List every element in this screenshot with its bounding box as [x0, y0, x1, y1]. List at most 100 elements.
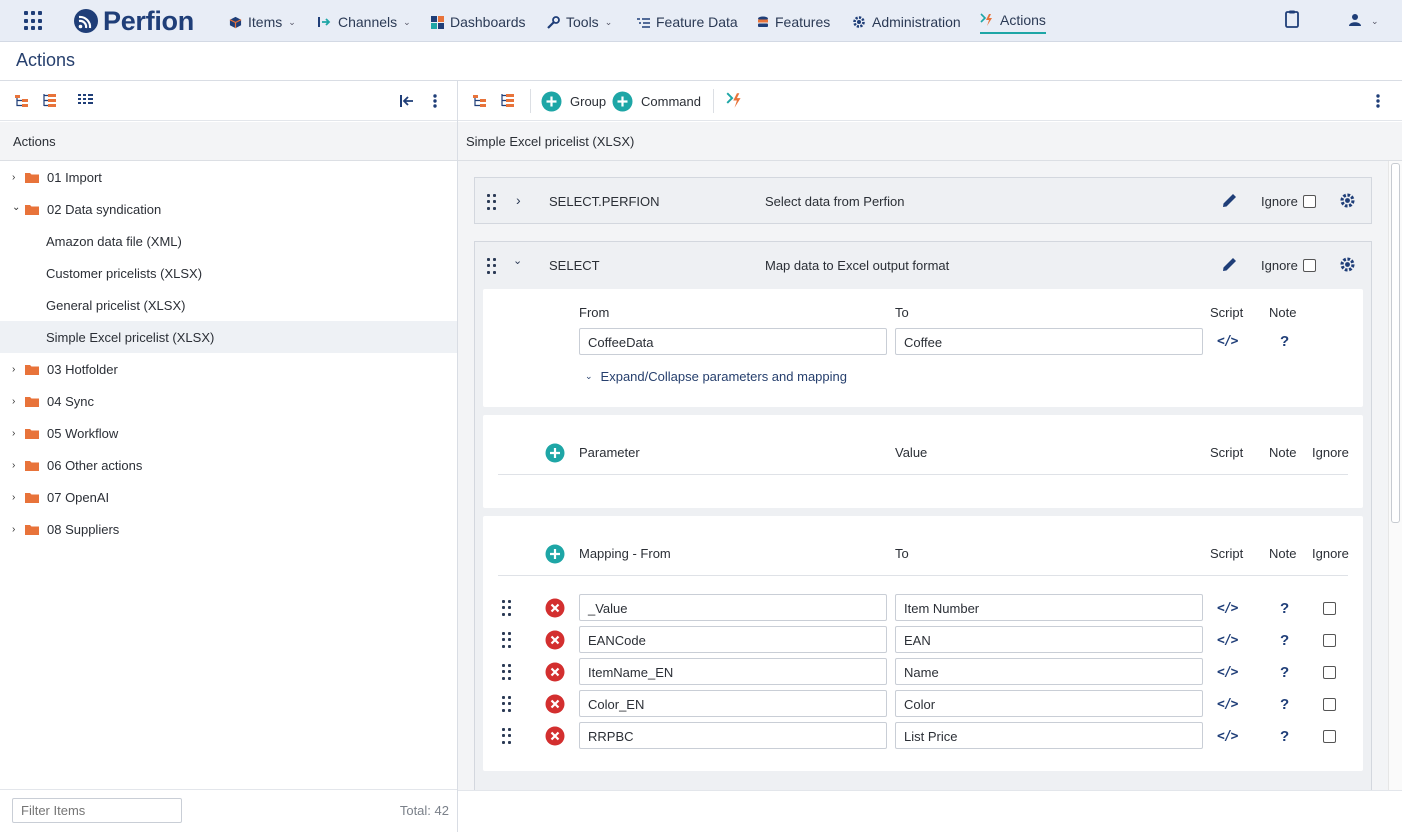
- run-action-icon[interactable]: [726, 92, 742, 108]
- note-help-icon[interactable]: ?: [1280, 600, 1289, 617]
- tree-item-customer-pricelists[interactable]: Customer pricelists (XLSX): [0, 257, 457, 289]
- add-command-button[interactable]: Command: [612, 91, 701, 112]
- collapse-tree-icon[interactable]: [42, 93, 58, 109]
- mapping-from-input[interactable]: Color_EN: [579, 690, 887, 717]
- vertical-scrollbar[interactable]: [1388, 161, 1402, 790]
- tree-folder-01-import[interactable]: › 01 Import: [0, 161, 457, 193]
- drag-handle-icon[interactable]: [487, 194, 497, 210]
- tree-folder-02-data-syndication[interactable]: ⌄ 02 Data syndication: [0, 193, 457, 225]
- tree-folder-07-openai[interactable]: › 07 OpenAI: [0, 481, 457, 513]
- chevron-right-icon[interactable]: ›: [516, 192, 521, 208]
- ignore-checkbox[interactable]: [1302, 259, 1316, 272]
- add-mapping-icon[interactable]: [545, 544, 565, 564]
- tree-folder-03-hotfolder[interactable]: › 03 Hotfolder: [0, 353, 457, 385]
- note-help-icon[interactable]: ?: [1280, 696, 1289, 713]
- script-code-icon[interactable]: </>: [1217, 633, 1239, 648]
- mapping-to-input[interactable]: Color: [895, 690, 1203, 717]
- note-help-icon[interactable]: ?: [1280, 728, 1289, 745]
- tree-folder-08-suppliers[interactable]: › 08 Suppliers: [0, 513, 457, 545]
- ignore-checkbox[interactable]: [1323, 666, 1336, 679]
- ignore-checkbox[interactable]: [1323, 602, 1336, 615]
- mapping-from-input[interactable]: RRPBC: [579, 722, 887, 749]
- chevron-right-icon[interactable]: ›: [12, 492, 22, 503]
- gear-icon[interactable]: [1339, 256, 1356, 273]
- tree-item-general-pricelist[interactable]: General pricelist (XLSX): [0, 289, 457, 321]
- note-help-icon[interactable]: ?: [1280, 333, 1289, 350]
- drag-handle-icon[interactable]: [502, 728, 512, 744]
- collapse-panel-icon[interactable]: [399, 93, 415, 109]
- app-launcher-icon[interactable]: [24, 11, 44, 31]
- tree-folder-04-sync[interactable]: › 04 Sync: [0, 385, 457, 417]
- edit-pencil-icon[interactable]: [1220, 191, 1239, 210]
- ignore-checkbox[interactable]: [1302, 195, 1316, 208]
- nav-features[interactable]: Features: [757, 12, 830, 32]
- expand-collapse-toggle[interactable]: ⌄ Expand/Collapse parameters and mapping: [585, 369, 847, 384]
- script-code-icon[interactable]: </>: [1217, 334, 1239, 349]
- nav-channels[interactable]: Channels ⌄: [318, 12, 411, 32]
- ignore-toggle[interactable]: Ignore: [1261, 194, 1316, 209]
- nav-administration[interactable]: Administration: [852, 12, 961, 32]
- mapping-to-input[interactable]: List Price: [895, 722, 1203, 749]
- mapping-to-input[interactable]: EAN: [895, 626, 1203, 653]
- note-help-icon[interactable]: ?: [1280, 664, 1289, 681]
- ignore-toggle[interactable]: Ignore: [1261, 258, 1316, 273]
- script-code-icon[interactable]: </>: [1217, 665, 1239, 680]
- ignore-checkbox[interactable]: [1323, 634, 1336, 647]
- note-help-icon[interactable]: ?: [1280, 632, 1289, 649]
- nav-actions[interactable]: Actions: [980, 10, 1046, 34]
- more-vertical-icon[interactable]: [1370, 93, 1386, 109]
- mapping-from-input[interactable]: EANCode: [579, 626, 887, 653]
- perfion-logo[interactable]: Perfion: [73, 6, 194, 36]
- chevron-right-icon[interactable]: ›: [12, 524, 22, 535]
- tree-folder-06-other-actions[interactable]: › 06 Other actions: [0, 449, 457, 481]
- drag-handle-icon[interactable]: [487, 258, 497, 274]
- scrollbar-thumb[interactable]: [1391, 163, 1400, 523]
- from-input[interactable]: CoffeeData: [579, 328, 887, 355]
- mapping-from-input[interactable]: _Value: [579, 594, 887, 621]
- edit-pencil-icon[interactable]: [1220, 255, 1239, 274]
- remove-mapping-icon[interactable]: [545, 598, 565, 618]
- drag-handle-icon[interactable]: [502, 600, 512, 616]
- expand-tree-icon[interactable]: [14, 93, 30, 109]
- remove-mapping-icon[interactable]: [545, 630, 565, 650]
- remove-mapping-icon[interactable]: [545, 694, 565, 714]
- add-parameter-icon[interactable]: [545, 443, 565, 463]
- drag-handle-icon[interactable]: [502, 696, 512, 712]
- mapping-from-input[interactable]: ItemName_EN: [579, 658, 887, 685]
- chevron-right-icon[interactable]: ›: [12, 460, 22, 471]
- user-menu[interactable]: ⌄: [1348, 13, 1379, 29]
- to-input[interactable]: Coffee: [895, 328, 1203, 355]
- mapping-to-input[interactable]: Name: [895, 658, 1203, 685]
- script-code-icon[interactable]: </>: [1217, 697, 1239, 712]
- add-group-button[interactable]: Group: [541, 91, 606, 112]
- remove-mapping-icon[interactable]: [545, 726, 565, 746]
- tree-item-amazon-data-file[interactable]: Amazon data file (XML): [0, 225, 457, 257]
- grid-view-icon[interactable]: [78, 93, 94, 109]
- drag-handle-icon[interactable]: [502, 632, 512, 648]
- nav-feature-data[interactable]: Feature Data: [637, 12, 738, 32]
- script-code-icon[interactable]: </>: [1217, 601, 1239, 616]
- script-code-icon[interactable]: </>: [1217, 729, 1239, 744]
- collapse-all-icon[interactable]: [500, 93, 516, 109]
- nav-items[interactable]: Items ⌄: [229, 12, 296, 32]
- tree-item-simple-excel-pricelist[interactable]: Simple Excel pricelist (XLSX): [0, 321, 457, 353]
- gear-icon[interactable]: [1339, 192, 1356, 209]
- more-vertical-icon[interactable]: [427, 93, 443, 109]
- nav-tools[interactable]: Tools ⌄: [547, 12, 612, 32]
- chevron-down-icon[interactable]: ⌄: [513, 254, 522, 267]
- drag-handle-icon[interactable]: [502, 664, 512, 680]
- nav-dashboards[interactable]: Dashboards: [431, 12, 526, 32]
- expand-all-icon[interactable]: [472, 93, 488, 109]
- chevron-right-icon[interactable]: ›: [12, 428, 22, 439]
- chevron-right-icon[interactable]: ›: [12, 396, 22, 407]
- ignore-checkbox[interactable]: [1323, 698, 1336, 711]
- chevron-right-icon[interactable]: ›: [12, 364, 22, 375]
- chevron-right-icon[interactable]: ›: [12, 172, 22, 183]
- remove-mapping-icon[interactable]: [545, 662, 565, 682]
- chevron-down-icon[interactable]: ⌄: [12, 202, 22, 213]
- filter-items-input[interactable]: [12, 798, 182, 823]
- tree-folder-05-workflow[interactable]: › 05 Workflow: [0, 417, 457, 449]
- ignore-checkbox[interactable]: [1323, 730, 1336, 743]
- mapping-to-input[interactable]: Item Number: [895, 594, 1203, 621]
- clipboard-icon[interactable]: [1284, 10, 1300, 31]
